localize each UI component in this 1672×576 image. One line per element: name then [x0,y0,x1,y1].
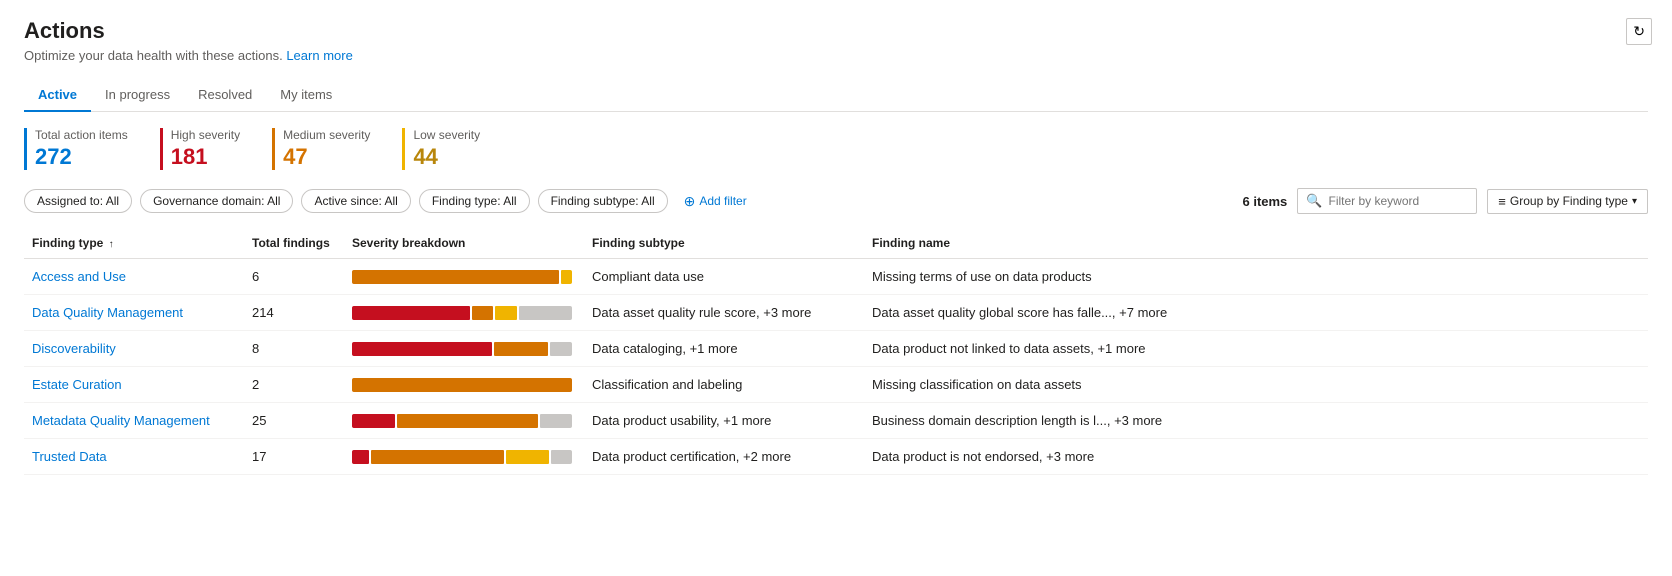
other-severity-bar [519,306,572,320]
total-findings-cell: 214 [244,295,344,331]
severity-breakdown-cell [344,403,584,439]
severity-breakdown-cell [344,331,584,367]
stat-medium: Medium severity 47 [272,128,370,170]
finding-type-link[interactable]: Estate Curation [32,377,122,392]
high-severity-bar [352,450,369,464]
sort-asc-icon: ↑ [109,239,114,250]
tab-my-items[interactable]: My items [266,79,346,112]
stat-total: Total action items 272 [24,128,128,170]
finding-type-link[interactable]: Metadata Quality Management [32,413,210,428]
medium-severity-bar [371,450,504,464]
high-severity-bar [352,306,470,320]
search-icon: 🔍 [1306,193,1322,209]
finding-subtype-cell: Data cataloging, +1 more [584,331,864,367]
finding-type-link[interactable]: Access and Use [32,269,126,284]
total-findings-cell: 25 [244,403,344,439]
finding-name-cell: Missing terms of use on data products [864,259,1648,295]
filter-governance-domain[interactable]: Governance domain: All [140,189,293,213]
filter-finding-subtype[interactable]: Finding subtype: All [538,189,668,213]
table-header-row: Finding type ↑ Total findings Severity b… [24,228,1648,259]
finding-subtype-cell: Compliant data use [584,259,864,295]
finding-name-cell: Business domain description length is l.… [864,403,1648,439]
table-row: Estate Curation 2 Classification and label… [24,367,1648,403]
total-findings-cell: 2 [244,367,344,403]
chevron-down-icon: ▾ [1632,196,1637,207]
group-by-icon: ≡ [1498,194,1506,209]
finding-subtype-cell: Data product certification, +2 more [584,439,864,475]
other-severity-bar [550,342,572,356]
finding-subtype-cell: Data product usability, +1 more [584,403,864,439]
page-title: Actions [24,18,1648,44]
group-by-button[interactable]: ≡ Group by Finding type ▾ [1487,189,1648,214]
low-severity-bar [561,270,572,284]
severity-breakdown-cell [344,367,584,403]
table-row: Metadata Quality Management 25 Data produc… [24,403,1648,439]
other-severity-bar [540,414,572,428]
page-subtitle: Optimize your data health with these act… [24,48,1648,63]
filter-icon: ⊕ [684,193,696,210]
low-severity-bar [506,450,549,464]
col-header-finding-name[interactable]: Finding name [864,228,1648,259]
filter-active-since[interactable]: Active since: All [301,189,410,213]
finding-type-link[interactable]: Discoverability [32,341,116,356]
filter-assigned-to[interactable]: Assigned to: All [24,189,132,213]
total-findings-cell: 17 [244,439,344,475]
tab-bar: Active In progress Resolved My items [24,79,1648,112]
medium-severity-bar [352,378,572,392]
severity-breakdown-cell [344,439,584,475]
search-input[interactable] [1328,194,1468,208]
high-severity-bar [352,342,492,356]
medium-severity-bar [397,414,537,428]
refresh-button[interactable]: ↻ [1626,18,1652,45]
severity-breakdown-cell [344,295,584,331]
table-row: Discoverability 8 Data cataloging, +1 more… [24,331,1648,367]
finding-subtype-cell: Data asset quality rule score, +3 more [584,295,864,331]
items-count: 6 items [1242,194,1287,209]
finding-name-cell: Missing classification on data assets [864,367,1648,403]
col-header-finding-subtype[interactable]: Finding subtype [584,228,864,259]
tab-in-progress[interactable]: In progress [91,79,184,112]
findings-table: Finding type ↑ Total findings Severity b… [24,228,1648,475]
table-row: Trusted Data 17 Data product certification… [24,439,1648,475]
medium-severity-bar [472,306,493,320]
medium-severity-bar [494,342,548,356]
total-findings-cell: 6 [244,259,344,295]
search-box: 🔍 [1297,188,1477,214]
finding-name-cell: Data product not linked to data assets, … [864,331,1648,367]
col-header-severity-breakdown[interactable]: Severity breakdown [344,228,584,259]
finding-type-link[interactable]: Data Quality Management [32,305,183,320]
finding-type-link[interactable]: Trusted Data [32,449,107,464]
stats-row: Total action items 272 High severity 181… [24,128,1648,170]
add-filter-button[interactable]: ⊕ Add filter [676,189,755,214]
other-severity-bar [551,450,572,464]
high-severity-bar [352,414,395,428]
tab-resolved[interactable]: Resolved [184,79,266,112]
stat-high: High severity 181 [160,128,240,170]
table-row: Data Quality Management 214 Data asset qua… [24,295,1648,331]
filter-finding-type[interactable]: Finding type: All [419,189,530,213]
tab-active[interactable]: Active [24,79,91,112]
learn-more-link[interactable]: Learn more [286,48,352,63]
finding-name-cell: Data asset quality global score has fall… [864,295,1648,331]
severity-breakdown-cell [344,259,584,295]
finding-subtype-cell: Classification and labeling [584,367,864,403]
finding-name-cell: Data product is not endorsed, +3 more [864,439,1648,475]
stat-low: Low severity 44 [402,128,480,170]
filters-row: Assigned to: All Governance domain: All … [24,188,1648,214]
table-row: Access and Use 6 Compliant data useMissing… [24,259,1648,295]
medium-severity-bar [352,270,559,284]
col-header-finding-type[interactable]: Finding type ↑ [24,228,244,259]
low-severity-bar [495,306,516,320]
total-findings-cell: 8 [244,331,344,367]
col-header-total-findings[interactable]: Total findings [244,228,344,259]
